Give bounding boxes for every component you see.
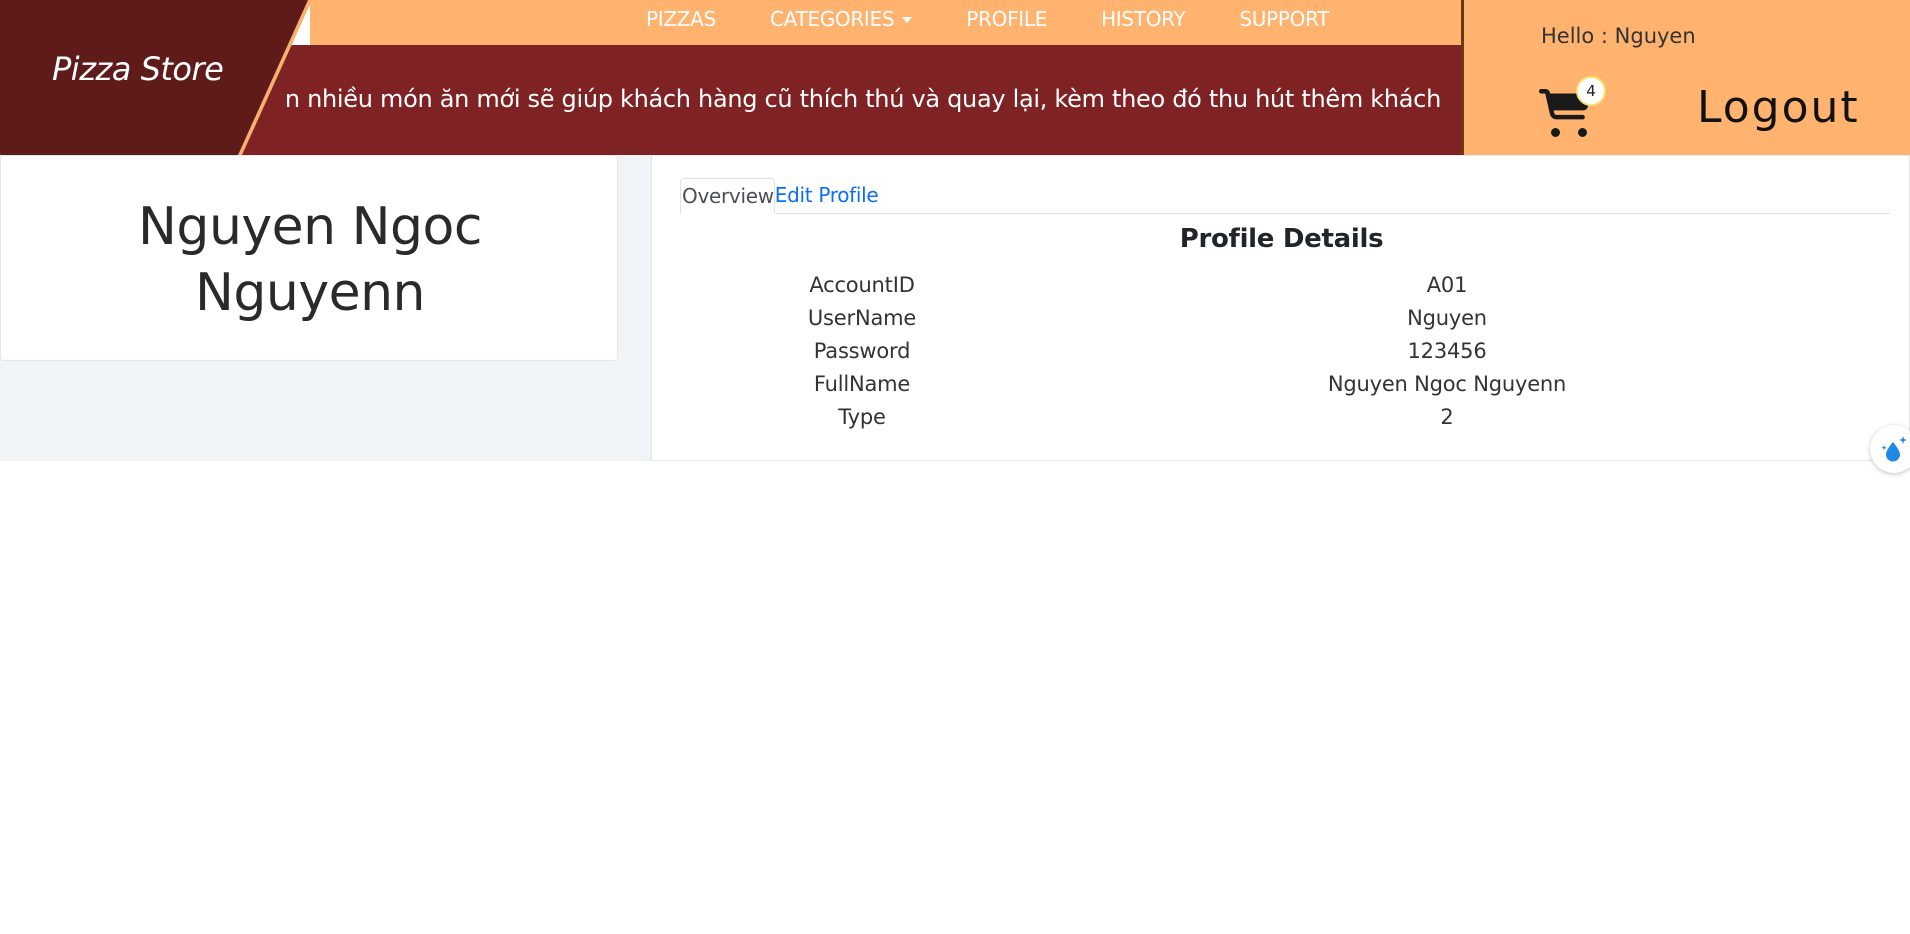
promo-marquee: n nhiều món ăn mới sẽ giúp khách hàng cũ… (240, 45, 1461, 155)
detail-value: Nguyen (1407, 306, 1487, 330)
detail-row-fullname: FullName Nguyen Ngoc Nguyenn (652, 368, 1910, 401)
profile-details-title: Profile Details (1179, 224, 1384, 254)
profile-tabs: Overview Edit Profile (680, 178, 1890, 214)
nav-history[interactable]: HISTORY (1101, 7, 1186, 31)
profile-details-table: AccountID A01 UserName Nguyen Password 1… (652, 269, 1910, 434)
cart-icon (1539, 89, 1593, 142)
site-header: PIZZAS CATEGORIES PROFILE HISTORY SUPPOR… (0, 0, 1910, 155)
detail-value: Nguyen Ngoc Nguyenn (1327, 372, 1567, 396)
nav-profile[interactable]: PROFILE (966, 7, 1047, 31)
profile-name-line1: Nguyen Ngoc (138, 197, 482, 257)
nav-categories[interactable]: CATEGORIES (769, 6, 913, 31)
nav-support[interactable]: SUPPORT (1239, 7, 1329, 31)
profile-name-card: Nguyen Ngoc Nguyenn (0, 155, 618, 361)
top-nav-bar: PIZZAS CATEGORIES PROFILE HISTORY SUPPOR… (310, 0, 1461, 45)
floating-assistant-button[interactable] (1870, 425, 1910, 473)
profile-detail-card: Overview Edit Profile Profile Details Ac… (651, 155, 1910, 461)
detail-label: UserName (807, 306, 917, 330)
detail-value: 2 (1440, 405, 1454, 429)
detail-row-type: Type 2 (652, 401, 1910, 434)
cart-count-badge: 4 (1576, 76, 1606, 106)
tab-edit-profile[interactable]: Edit Profile (775, 178, 879, 214)
logout-button[interactable]: Logout (1697, 82, 1860, 133)
detail-label: FullName (813, 372, 911, 396)
main-nav: PIZZAS CATEGORIES PROFILE HISTORY SUPPOR… (646, 0, 1383, 37)
nav-pizzas[interactable]: PIZZAS (646, 7, 716, 31)
detail-value: A01 (1426, 273, 1468, 297)
detail-row-accountid: AccountID A01 (652, 269, 1910, 302)
nav-categories-label: CATEGORIES (769, 6, 895, 31)
chevron-down-icon (902, 16, 913, 23)
user-greeting: Hello : Nguyen (1541, 24, 1696, 48)
detail-value: 123456 (1407, 339, 1487, 363)
brand-logo-text[interactable]: Pizza Store (52, 50, 224, 88)
profile-full-name: Nguyen Ngoc Nguyenn (1, 194, 619, 326)
detail-label: AccountID (809, 273, 915, 297)
tab-overview[interactable]: Overview (680, 178, 775, 214)
user-panel: Hello : Nguyen 4 Logout (1461, 0, 1910, 155)
detail-label: Type (838, 405, 886, 429)
detail-row-password: Password 123456 (652, 335, 1910, 368)
profile-name-line2: Nguyenn (194, 263, 426, 323)
detail-row-username: UserName Nguyen (652, 302, 1910, 335)
marquee-text: n nhiều món ăn mới sẽ giúp khách hàng cũ… (284, 85, 1441, 113)
detail-label: Password (813, 339, 911, 363)
